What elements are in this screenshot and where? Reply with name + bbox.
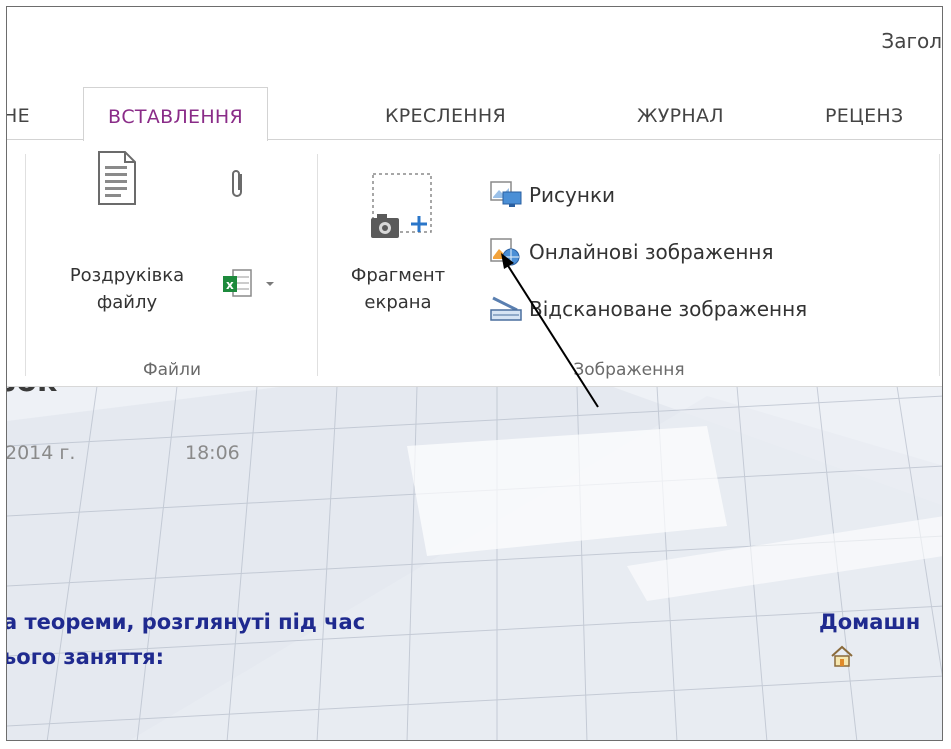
home-icon [831, 645, 853, 667]
page-background-image [7, 386, 942, 740]
screen-clipping-icon [371, 173, 432, 238]
note-text-line1[interactable]: а теореми, розглянуті під час [7, 610, 365, 634]
chevron-down-icon [266, 282, 274, 286]
page-date: 2014 г. [7, 442, 76, 464]
scanner-icon [490, 296, 522, 321]
file-printout-label-line1: Роздруківка [69, 265, 185, 286]
pictures-label: Рисунки [529, 183, 616, 207]
note-page[interactable]: зок 2014 г. 18:06 а теореми, розглянуті … [7, 386, 942, 740]
group-label-files: Файли [142, 360, 201, 380]
note-text-line2[interactable]: ього заняття: [7, 645, 164, 669]
ribbon: Роздруківка файлу x Файли Фрагмент екран… [7, 139, 942, 387]
group-separator [25, 154, 26, 376]
group-separator [317, 154, 318, 376]
tab-draw[interactable]: КРЕСЛЕННЯ [385, 105, 506, 127]
file-printout-label-line2: файлу [96, 292, 158, 313]
page-time: 18:06 [185, 442, 240, 464]
pictures-icon [490, 181, 522, 207]
tab-history[interactable]: ЖУРНАЛ [637, 105, 724, 127]
tab-home[interactable]: НЕ [7, 105, 30, 127]
page-title[interactable]: зок [7, 386, 57, 399]
screen-clipping-label-line1: Фрагмент [350, 265, 446, 286]
document-icon [98, 151, 136, 205]
homework-label[interactable]: Домашн [819, 610, 920, 634]
pictures-button[interactable]: Рисунки [489, 180, 615, 210]
tab-insert[interactable]: ВСТАВЛЕННЯ [83, 87, 269, 141]
onenote-window: Загол НЕ ВСТАВЛЕННЯ КРЕСЛЕННЯ ЖУРНАЛ РЕЦ… [6, 6, 943, 741]
screen-clipping-label-line2: екрана [364, 292, 432, 313]
title-bar: Загол [7, 7, 942, 87]
excel-spreadsheet-icon: x [223, 269, 252, 297]
paperclip-icon[interactable] [229, 168, 247, 200]
ribbon-tabs: НЕ ВСТАВЛЕННЯ КРЕСЛЕННЯ ЖУРНАЛ РЕЦЕНЗ [7, 87, 942, 141]
group-label-images: Зображення [573, 360, 685, 380]
group-separator [939, 154, 940, 376]
online-pictures-icon [490, 238, 520, 266]
scanned-image-label: Відскановане зображення [529, 297, 808, 321]
online-pictures-label: Онлайнові зображення [529, 240, 774, 264]
svg-text:x: x [226, 278, 234, 292]
window-title: Загол [881, 29, 942, 53]
scanned-image-button[interactable]: Відскановане зображення [489, 294, 807, 324]
online-pictures-button[interactable]: Онлайнові зображення [489, 237, 774, 267]
tab-review[interactable]: РЕЦЕНЗ [825, 105, 904, 127]
